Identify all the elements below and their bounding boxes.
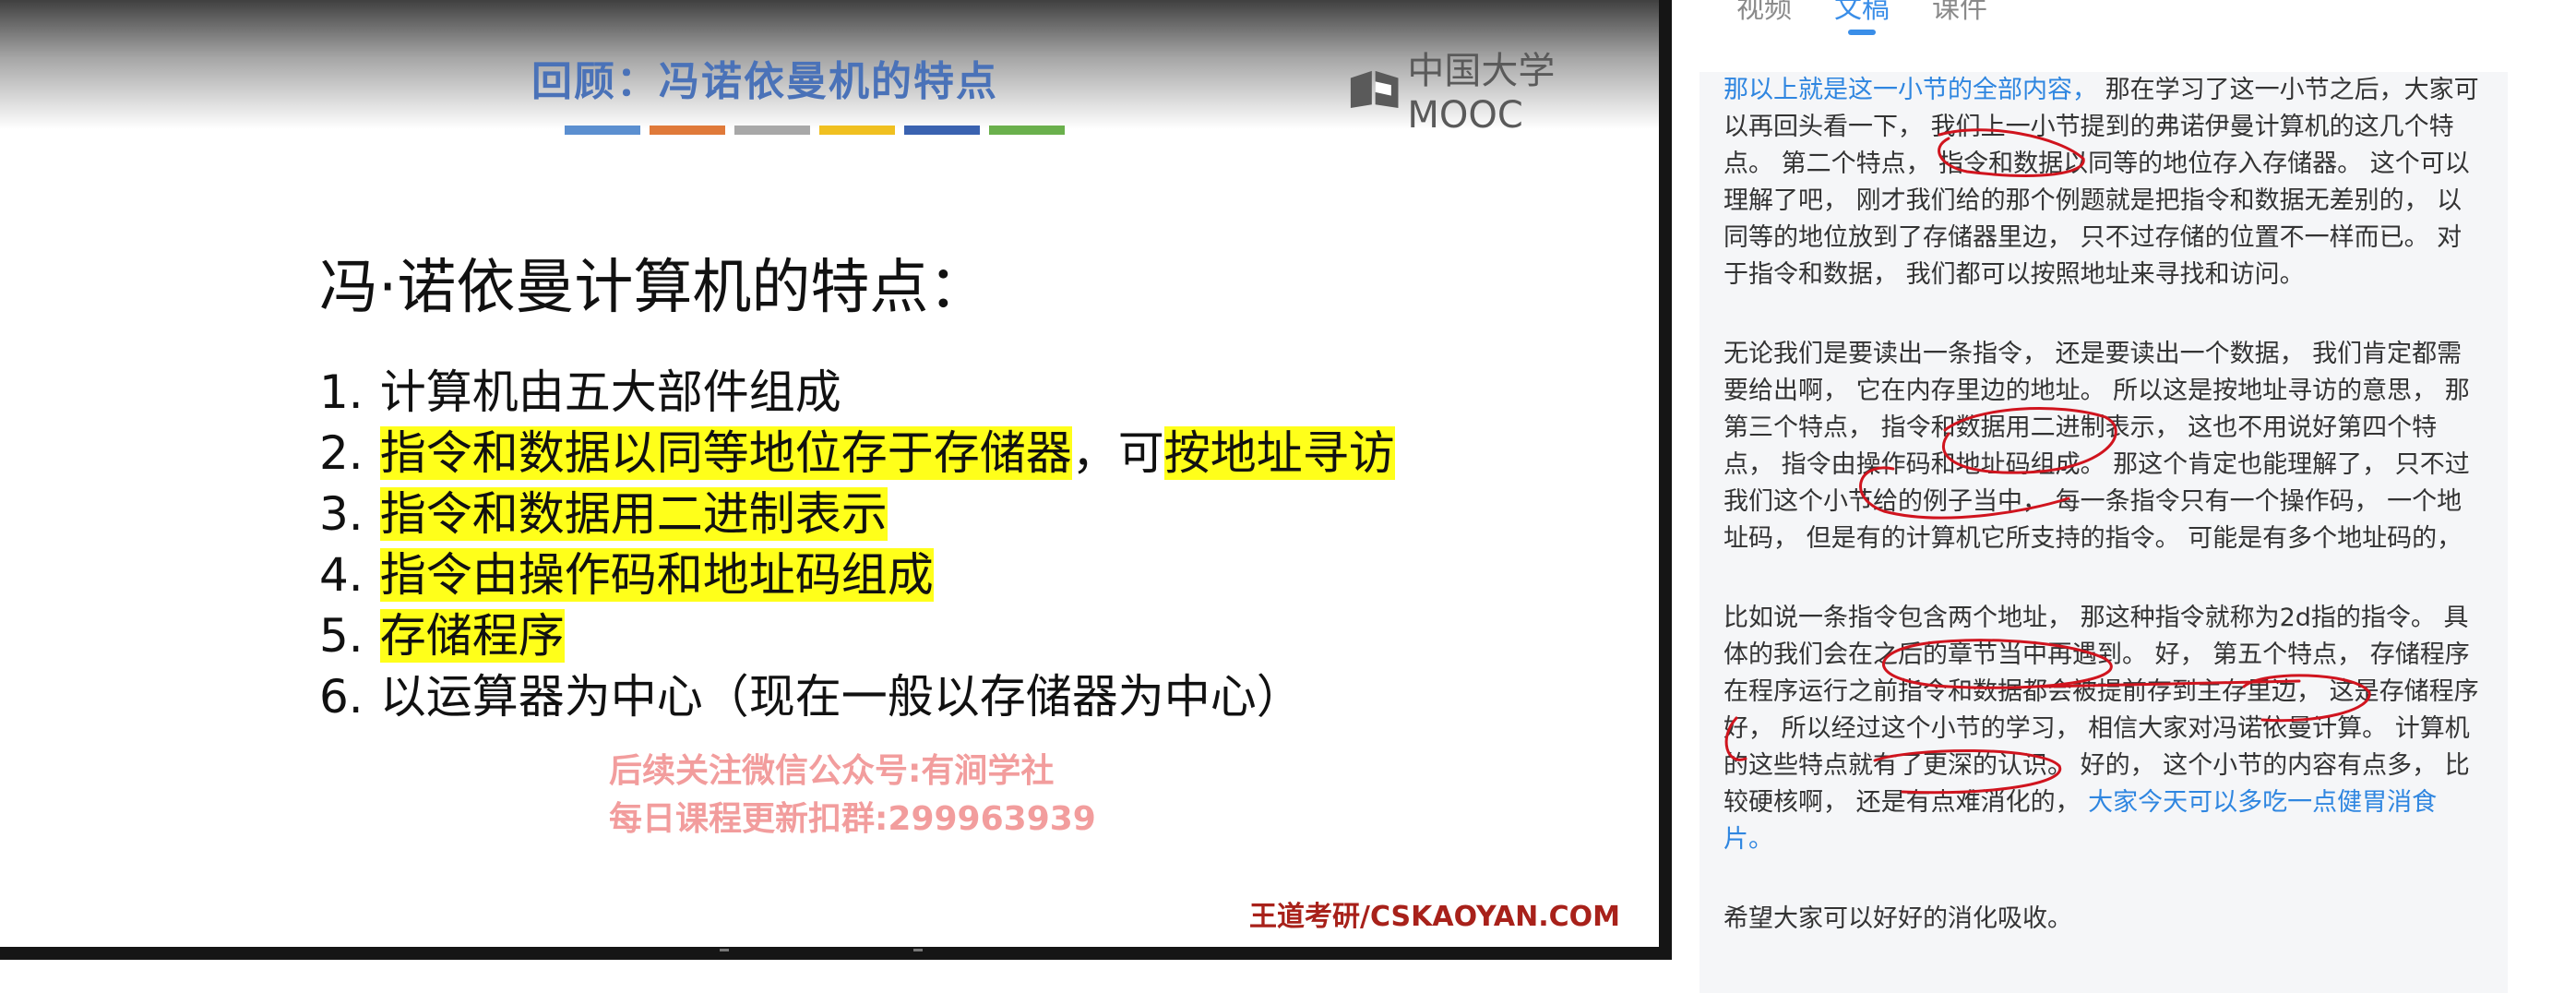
transcript-paragraph[interactable]: 比如说一条指令包含两个地址， 那这种指令就称为2d指的指令。 具体的我们会在之后… <box>1723 600 2484 858</box>
watermark: 后续关注微信公众号:有涧学社 每日课程更新扣群:299963939 <box>609 748 1096 843</box>
tab-label: 文稿 <box>1834 0 1890 25</box>
tab-label: 视频 <box>1736 0 1792 25</box>
slide-heading: 冯·诺依曼计算机的特点： <box>319 254 988 322</box>
transcript-sentence[interactable]: 那在学习了这一小节之后，大家可以再回头看一下， 我们上一小节提到的弗诺伊曼计算机… <box>1723 76 2479 289</box>
watermark-line-2: 每日课程更新扣群:299963939 <box>609 800 1096 838</box>
transcript-sentence[interactable]: 无论我们是要读出一条指令， 还是要读出一个数据， 我们肯定都需要给出啊， 它在内… <box>1723 340 2470 553</box>
title-stripe <box>565 126 640 135</box>
transcript-paragraph[interactable]: 那以上就是这一小节的全部内容， 那在学习了这一小节之后，大家可以再回头看一下， … <box>1723 72 2484 293</box>
title-stripe <box>734 126 810 135</box>
feature-text-highlighted: 指令和数据以同等地位存于存储器 <box>379 426 1072 480</box>
panel-tabs: 视频 文稿 课件 <box>1736 0 1987 35</box>
feature-item: 6. 以运算器为中心（现在一般以存储器为中心） <box>319 666 1395 727</box>
active-tab-indicator <box>1848 30 1876 35</box>
feature-text-highlighted: 存储程序 <box>379 609 565 663</box>
feature-text: 以运算器为中心（现在一般以存储器为中心） <box>379 670 1303 724</box>
feature-text: 计算机由五大部件组成 <box>379 365 841 419</box>
transcript-sentence[interactable]: 比如说一条指令包含两个地址， 那这种指令就称为2d指的指令。 具体的我们会在之后… <box>1723 604 2479 817</box>
feature-item: 2. 指令和数据以同等地位存于存储器，可按地址寻访 <box>319 423 1395 484</box>
feature-number: 4. <box>319 548 364 602</box>
feature-text-highlighted: 指令和数据用二进制表示 <box>379 487 888 541</box>
tab-video[interactable]: 视频 <box>1736 0 1792 26</box>
title-stripe <box>904 126 980 135</box>
title-stripe <box>819 126 895 135</box>
feature-text-highlighted: 指令由操作码和地址码组成 <box>379 548 934 602</box>
mooc-book-icon <box>1350 70 1399 109</box>
feature-number: 6. <box>319 670 364 724</box>
seek-bar-markers[interactable] <box>720 949 923 951</box>
feature-number: 2. <box>319 426 364 480</box>
feature-item: 1. 计算机由五大部件组成 <box>319 362 1395 423</box>
tab-courseware[interactable]: 课件 <box>1932 0 1987 26</box>
transcript-paragraph[interactable]: 无论我们是要读出一条指令， 还是要读出一个数据， 我们肯定都需要给出啊， 它在内… <box>1723 336 2484 557</box>
tab-label: 课件 <box>1932 0 1987 25</box>
transcript-sentence[interactable]: 希望大家可以好好的消化吸收。 <box>1723 904 2072 933</box>
mooc-logo-text: 中国大学MOOC <box>1407 50 1556 137</box>
feature-item: 4. 指令由操作码和地址码组成 <box>319 544 1395 605</box>
title-color-stripes <box>565 126 1065 135</box>
title-stripe <box>650 126 725 135</box>
title-stripe <box>989 126 1065 135</box>
watermark-line-1: 后续关注微信公众号:有涧学社 <box>609 752 1055 790</box>
transcript-paragraph[interactable]: 希望大家可以好好的消化吸收。 <box>1723 901 2484 938</box>
transcript-panel[interactable]: 那以上就是这一小节的全部内容， 那在学习了这一小节之后，大家可以再回头看一下， … <box>1699 72 2508 993</box>
feature-list: 1. 计算机由五大部件组成 2. 指令和数据以同等地位存于存储器，可按地址寻访 3. 指令… <box>319 362 1395 727</box>
tab-transcript[interactable]: 文稿 <box>1834 0 1890 35</box>
lecture-slide: 回顾：冯诺依曼机的特点 中国大学MOOC 冯·诺依曼计算机的特点： 1. 计算机由… <box>0 0 1659 947</box>
feature-number: 3. <box>319 487 364 541</box>
feature-text: ，可 <box>1071 426 1164 480</box>
feature-item: 5. 存储程序 <box>319 605 1395 666</box>
mooc-logo: 中国大学MOOC <box>1349 41 1659 137</box>
side-panel: 视频 文稿 课件 那以上就是这一小节的全部内容， 那在学习了这一小节之后，大家可以再… <box>1672 0 2576 993</box>
feature-number: 1. <box>319 365 364 419</box>
feature-number: 5. <box>319 609 364 663</box>
feature-item: 3. 指令和数据用二进制表示 <box>319 484 1395 544</box>
transcript-current-sentence[interactable]: 那以上就是这一小节的全部内容， <box>1723 76 2097 104</box>
video-player[interactable]: 回顾：冯诺依曼机的特点 中国大学MOOC 冯·诺依曼计算机的特点： 1. 计算机由… <box>0 0 1672 960</box>
feature-text-highlighted: 按地址寻访 <box>1163 426 1395 480</box>
slide-footer: 王道考研/CSKAOYAN.COM <box>1249 901 1620 933</box>
